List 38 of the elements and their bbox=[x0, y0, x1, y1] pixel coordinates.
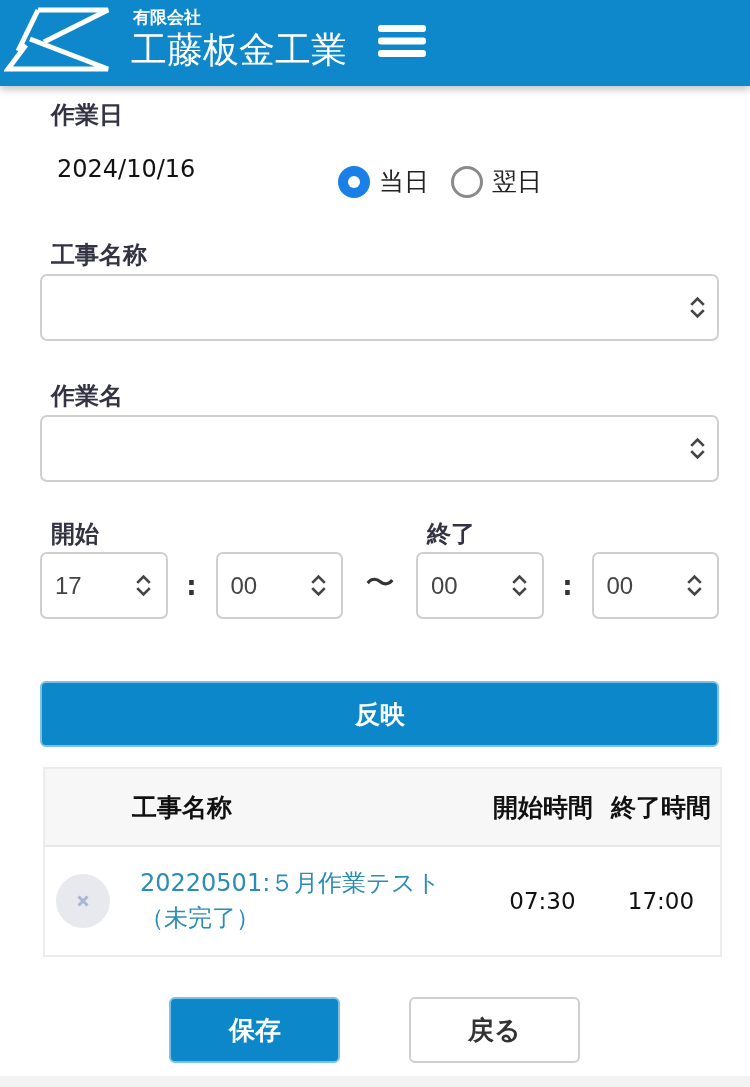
field-label: 工事名称 bbox=[50, 240, 147, 270]
hour-select[interactable]: 00 bbox=[416, 552, 544, 619]
select-field[interactable] bbox=[40, 415, 719, 482]
company-type: 有限会社 bbox=[133, 6, 201, 28]
apply-button[interactable]: 反映 bbox=[40, 681, 719, 747]
company-name: 工藤板金工業 bbox=[131, 28, 347, 72]
column-header: 終了時間 bbox=[611, 792, 711, 822]
close-icon bbox=[77, 895, 89, 907]
hour-select[interactable]: 17 bbox=[40, 552, 168, 619]
chevron-updown-icon bbox=[134, 574, 152, 597]
range-mark: 〜 bbox=[364, 565, 395, 600]
back-button[interactable]: 戻る bbox=[409, 997, 580, 1063]
end-time: 17:00 bbox=[627, 888, 695, 914]
menu-icon[interactable] bbox=[378, 25, 426, 57]
logo-icon bbox=[4, 5, 112, 73]
radio-option[interactable]: 翌日 bbox=[451, 166, 543, 198]
delete-button[interactable] bbox=[56, 874, 110, 928]
chevron-updown-icon bbox=[689, 437, 706, 460]
select-field[interactable] bbox=[40, 274, 719, 341]
field-label: 終了 bbox=[425, 519, 475, 549]
field-label: 作業名 bbox=[49, 381, 123, 411]
column-header: 工事名称 bbox=[132, 792, 232, 822]
minute-select[interactable]: 00 bbox=[215, 552, 343, 619]
start-time: 07:30 bbox=[509, 888, 576, 914]
date-text: 2024/10/16 bbox=[57, 154, 196, 184]
minute-select[interactable]: 00 bbox=[591, 552, 719, 619]
field-label: 開始 bbox=[50, 519, 99, 549]
time-separator: : bbox=[562, 570, 573, 601]
field-label: 作業日 bbox=[49, 100, 123, 130]
project-link[interactable]: 20220501:５月作業テスト（未完了） bbox=[140, 866, 443, 936]
chevron-updown-icon bbox=[689, 296, 706, 319]
column-header: 開始時間 bbox=[492, 792, 593, 822]
chevron-updown-icon bbox=[310, 574, 327, 597]
chevron-updown-icon bbox=[686, 574, 703, 597]
save-button[interactable]: 保存 bbox=[169, 997, 340, 1063]
radio-option[interactable]: 当日 bbox=[338, 166, 430, 198]
time-separator: : bbox=[186, 570, 197, 601]
chevron-updown-icon bbox=[510, 574, 528, 597]
